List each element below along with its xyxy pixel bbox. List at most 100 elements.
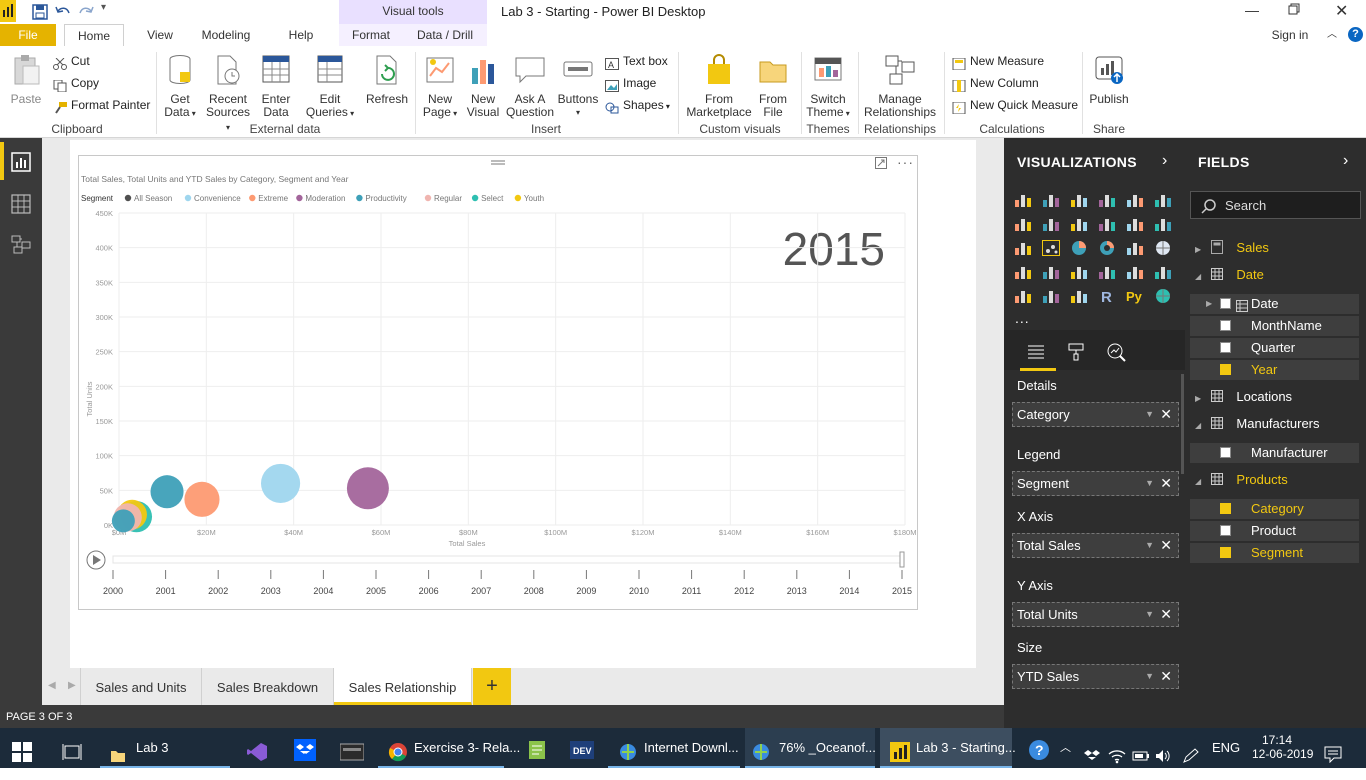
- add-page-icon[interactable]: +: [473, 668, 511, 705]
- new-page-button[interactable]: New Page ▾: [418, 54, 462, 120]
- shapes-button[interactable]: Shapes ▾: [605, 95, 670, 115]
- prev-page-icon[interactable]: ◀: [48, 680, 56, 691]
- ask-question-button[interactable]: Ask A Question: [504, 54, 556, 119]
- clock[interactable]: 17:14 12-06-2019: [1252, 728, 1313, 768]
- close-icon[interactable]: ✕: [1335, 1, 1348, 21]
- help-icon[interactable]: ?: [1348, 27, 1363, 42]
- field-checkbox[interactable]: [1220, 320, 1231, 331]
- field-segment[interactable]: Segment: [1190, 543, 1359, 563]
- card-visual-icon[interactable]: [1098, 264, 1116, 280]
- collapse-ribbon-icon[interactable]: ︿: [1325, 24, 1339, 46]
- area-visual-icon[interactable]: [1042, 216, 1060, 232]
- chevron-down-icon[interactable]: ▼: [1145, 603, 1154, 626]
- help-circle-icon[interactable]: ?: [1028, 737, 1050, 760]
- taskbar-explorer-lab3[interactable]: Lab 3: [100, 728, 230, 768]
- table-visual-icon[interactable]: [1042, 288, 1060, 304]
- field-checkbox-checked[interactable]: [1220, 503, 1231, 514]
- slicer-visual-icon[interactable]: [1014, 288, 1032, 304]
- undo-icon[interactable]: [55, 4, 71, 23]
- tab-home[interactable]: Home: [64, 24, 124, 47]
- refresh-button[interactable]: Refresh: [364, 54, 410, 106]
- data-view-icon[interactable]: [11, 194, 31, 217]
- format-painter-button[interactable]: Format Painter: [53, 95, 150, 115]
- viz-pane-scrollbar[interactable]: [1181, 374, 1184, 474]
- play-axis-track[interactable]: [112, 555, 904, 564]
- gauge-visual-icon[interactable]: [1070, 264, 1088, 280]
- minimize-icon[interactable]: —: [1245, 2, 1259, 18]
- devtools-icon[interactable]: DEV: [570, 737, 594, 759]
- restore-icon[interactable]: [1288, 3, 1300, 18]
- model-view-icon[interactable]: [11, 234, 31, 257]
- size-well[interactable]: YTD Sales ▼ ✕: [1012, 664, 1179, 689]
- 100-column-visual-icon[interactable]: [1154, 192, 1172, 208]
- field-date-hierarchy[interactable]: ▶ Date: [1190, 294, 1359, 314]
- map-visual-icon[interactable]: [1154, 240, 1172, 256]
- next-page-icon[interactable]: ▶: [68, 680, 76, 691]
- dropbox-icon[interactable]: [294, 737, 316, 761]
- table-sales[interactable]: ▶ Sales: [1195, 240, 1269, 257]
- stacked-area-visual-icon[interactable]: [1070, 216, 1088, 232]
- field-product[interactable]: Product: [1190, 521, 1359, 541]
- field-checkbox[interactable]: [1220, 342, 1231, 353]
- legend-well[interactable]: Segment ▼ ✕: [1012, 471, 1179, 496]
- play-axis-thumb[interactable]: [899, 551, 905, 568]
- task-view-icon[interactable]: [62, 738, 82, 760]
- tab-help[interactable]: Help: [282, 24, 320, 46]
- fields-tab-icon[interactable]: [1026, 342, 1046, 365]
- kpi-visual-icon[interactable]: [1154, 264, 1172, 280]
- get-data-button[interactable]: Get Data ▾: [160, 54, 200, 120]
- arcgis-visual-icon[interactable]: [1154, 288, 1172, 304]
- 100-bar-visual-icon[interactable]: [1126, 192, 1144, 208]
- table-manufacturers[interactable]: ◢ Manufacturers: [1195, 416, 1320, 432]
- field-checkbox-checked[interactable]: [1220, 364, 1231, 375]
- windows-start-icon[interactable]: [12, 738, 32, 762]
- pen-icon[interactable]: [1182, 740, 1200, 763]
- details-well[interactable]: Category ▼ ✕: [1012, 402, 1179, 427]
- ribbon-visual-icon[interactable]: [1154, 216, 1172, 232]
- new-column-button[interactable]: New Column: [952, 73, 1039, 93]
- image-button[interactable]: Image: [605, 73, 656, 93]
- scatter-chart-visual[interactable]: ··· Total Sales, Total Units and YTD Sal…: [78, 154, 918, 610]
- fields-search-box[interactable]: Search: [1190, 191, 1361, 219]
- python-visual-icon[interactable]: Py: [1126, 288, 1144, 304]
- field-quarter[interactable]: Quarter: [1190, 338, 1359, 358]
- field-checkbox-checked[interactable]: [1220, 547, 1231, 558]
- matrix-visual-icon[interactable]: [1070, 288, 1088, 304]
- remove-field-icon[interactable]: ✕: [1160, 603, 1172, 626]
- tab-format[interactable]: Format: [339, 24, 403, 46]
- language-indicator[interactable]: ENG: [1212, 728, 1240, 768]
- line-visual-icon[interactable]: [1014, 216, 1032, 232]
- volume-icon[interactable]: [1154, 740, 1172, 762]
- chevron-down-icon[interactable]: ▼: [1145, 534, 1154, 557]
- text-box-button[interactable]: A Text box: [605, 51, 668, 71]
- quick-access-dropdown-icon[interactable]: ▾: [101, 2, 106, 13]
- remove-field-icon[interactable]: ✕: [1160, 472, 1172, 495]
- publish-button[interactable]: Publish: [1086, 54, 1132, 106]
- new-measure-button[interactable]: New Measure: [952, 51, 1044, 71]
- field-year[interactable]: Year: [1190, 360, 1359, 380]
- format-paint-roller-icon[interactable]: [1066, 342, 1086, 365]
- taskbar-powerbi[interactable]: Lab 3 - Starting...: [880, 728, 1016, 768]
- edit-queries-button[interactable]: Edit Queries ▾: [305, 54, 355, 120]
- field-checkbox[interactable]: [1220, 525, 1231, 536]
- line-clustered-column-visual-icon[interactable]: [1126, 216, 1144, 232]
- clustered-column-visual-icon[interactable]: [1098, 192, 1116, 208]
- collapse-fields-icon[interactable]: ›: [1343, 152, 1348, 170]
- redo-icon[interactable]: [78, 4, 94, 23]
- waterfall-visual-icon[interactable]: [1014, 240, 1032, 256]
- remove-field-icon[interactable]: ✕: [1160, 403, 1172, 426]
- donut-visual-icon[interactable]: [1098, 240, 1116, 256]
- funnel-visual-icon[interactable]: [1042, 264, 1060, 280]
- mysql-workbench-icon[interactable]: [339, 738, 365, 761]
- tab-view[interactable]: View: [140, 24, 180, 46]
- analytics-magnifier-icon[interactable]: [1106, 342, 1126, 365]
- from-file-button[interactable]: From File: [754, 54, 792, 119]
- table-locations[interactable]: ▶ Locations: [1195, 389, 1292, 405]
- page-tab-sales-breakdown[interactable]: Sales Breakdown: [202, 668, 334, 705]
- battery-icon[interactable]: [1132, 740, 1150, 761]
- manage-relationships-button[interactable]: Manage Relationships: [862, 54, 938, 119]
- field-manufacturer[interactable]: Manufacturer: [1190, 443, 1359, 463]
- filled-map-visual-icon[interactable]: [1014, 264, 1032, 280]
- page-tab-sales-relationship[interactable]: Sales Relationship: [334, 668, 472, 705]
- visual-studio-icon[interactable]: [246, 738, 268, 761]
